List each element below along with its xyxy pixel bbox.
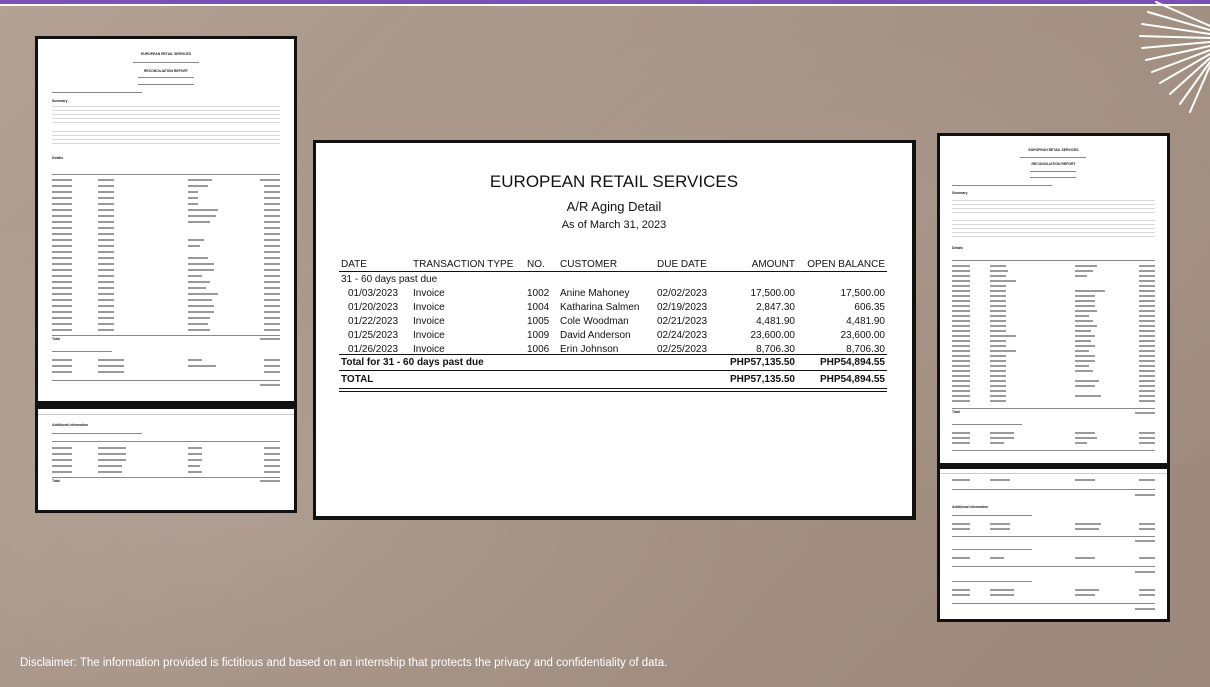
row-amount: 23,600.00 (750, 330, 796, 341)
group-total-amount: PHP57,135.50 (729, 357, 795, 368)
total-label: TOTAL (341, 374, 374, 385)
right-report-details: Details (952, 246, 964, 250)
left-report-additional-total: Total (52, 479, 60, 483)
row-open-balance: 17,500.00 (840, 288, 886, 299)
right-report-summary: Summary (952, 191, 968, 195)
row-amount: 4,481.90 (756, 316, 795, 327)
row-no: 1009 (527, 330, 550, 341)
top-accent-line (0, 4, 1210, 6)
disclaimer-text: Disclaimer: The information provided is … (20, 657, 668, 669)
group-total-open-balance: PHP54,894.55 (819, 357, 885, 368)
main-report-page: EUROPEAN RETAIL SERVICES A/R Aging Detai… (316, 143, 912, 516)
report-date: As of March 31, 2023 (561, 219, 667, 231)
total-rule (339, 370, 887, 371)
row-date: 01/25/2023 (348, 330, 399, 341)
group-total-label: Total for 31 - 60 days past due (341, 357, 484, 368)
left-report-total: Total (52, 337, 60, 341)
right-report-page: EUROPEAN RETAIL SERVICES RECONCILIATION … (940, 136, 1167, 463)
row-open-balance: 4,481.90 (846, 316, 885, 327)
left-report-page-2: Additional information Total (38, 409, 294, 510)
left-report-title: RECONCILIATION REPORT (143, 69, 188, 73)
right-report-company: EUROPEAN RETAIL SERVICES (1028, 148, 1079, 152)
header-rule (339, 271, 887, 272)
left-report-additional: Additional information (52, 423, 89, 427)
column-header-due-date: DUE DATE (657, 259, 707, 270)
left-report-company: EUROPEAN RETAIL SERVICES (140, 52, 192, 56)
total-open-balance: PHP54,894.55 (819, 374, 885, 385)
row-open-balance: 606.35 (854, 302, 885, 313)
column-header-amount: AMOUNT (751, 259, 795, 270)
row-customer: David Anderson (560, 330, 631, 341)
row-customer: Katharina Salmen (560, 302, 640, 313)
row-transaction-type: Invoice (413, 302, 445, 313)
column-header-no: NO. (527, 259, 545, 270)
group-total-rule (339, 354, 887, 355)
row-no: 1004 (527, 302, 550, 313)
right-report-page-2: Additional information (940, 469, 1167, 619)
row-transaction-type: Invoice (413, 288, 445, 299)
row-due-date: 02/19/2023 (657, 302, 708, 313)
report-title: A/R Aging Detail (566, 199, 662, 214)
row-amount: 17,500.00 (750, 288, 796, 299)
row-due-date: 02/24/2023 (657, 330, 708, 341)
sunburst-decoration (1139, 1, 1210, 113)
row-customer: Cole Woodman (560, 316, 629, 327)
total-double-rule-1 (339, 388, 887, 389)
column-header-transaction-type: TRANSACTION TYPE (413, 259, 514, 270)
row-due-date: 02/21/2023 (657, 316, 708, 327)
column-header-open-balance: OPEN BALANCE (807, 259, 885, 270)
row-date: 01/03/2023 (348, 288, 399, 299)
group-label: 31 - 60 days past due (341, 274, 438, 285)
row-transaction-type: Invoice (413, 330, 445, 341)
report-company-name: EUROPEAN RETAIL SERVICES (489, 172, 739, 191)
right-report-total: Total (952, 410, 960, 414)
row-due-date: 02/02/2023 (657, 288, 708, 299)
row-amount: 2,847.30 (756, 302, 795, 313)
row-transaction-type: Invoice (413, 316, 445, 327)
row-no: 1005 (527, 316, 550, 327)
row-date: 01/20/2023 (348, 302, 399, 313)
left-report-summary: Summary (52, 99, 68, 103)
total-double-rule-2 (339, 391, 887, 392)
right-report-additional: Additional information (952, 505, 989, 509)
row-date: 01/22/2023 (348, 316, 399, 327)
total-amount: PHP57,135.50 (729, 374, 795, 385)
left-report-page: EUROPEAN RETAIL SERVICES RECONCILIATION … (38, 39, 294, 401)
right-report-title: RECONCILIATION REPORT (1031, 162, 1076, 166)
row-no: 1002 (527, 288, 550, 299)
row-open-balance: 23,600.00 (840, 330, 886, 341)
row-customer: Anine Mahoney (560, 288, 630, 299)
left-report-details: Details (52, 156, 64, 160)
column-header-customer: CUSTOMER (560, 259, 618, 270)
column-header-date: DATE (341, 259, 367, 270)
